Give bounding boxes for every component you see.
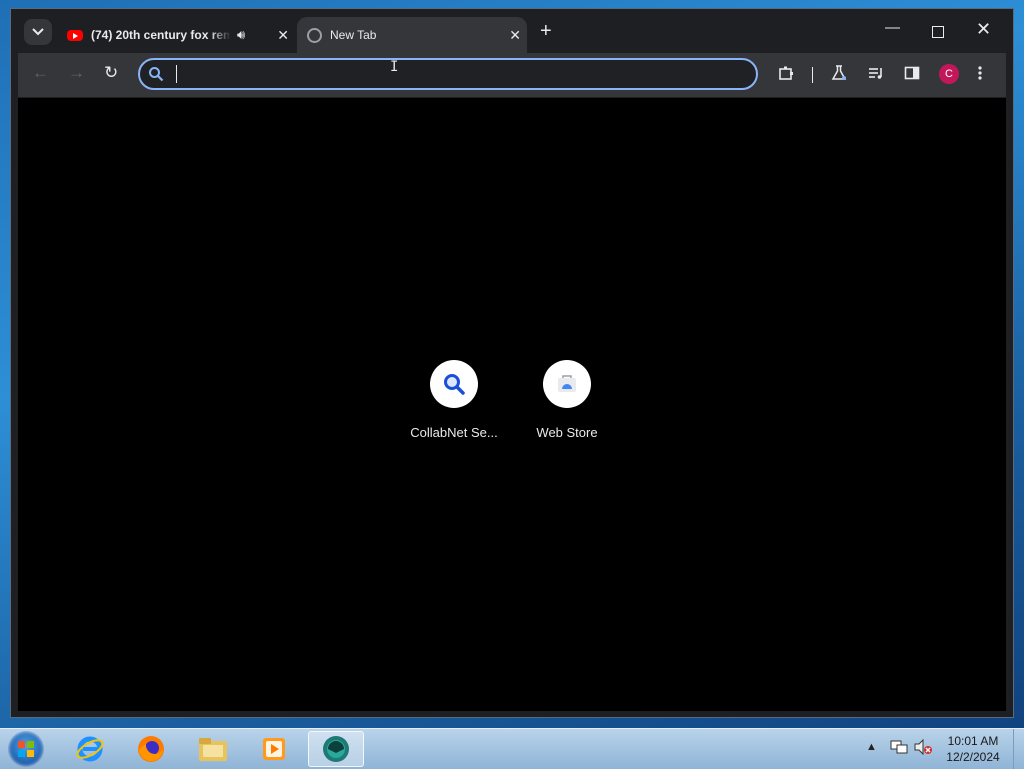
search-icon bbox=[149, 67, 164, 82]
extensions-icon[interactable] bbox=[778, 65, 794, 85]
close-icon[interactable]: ✕ bbox=[976, 19, 991, 40]
taskbar: ▲ 10:01 AM 12/2/2024 bbox=[0, 728, 1024, 769]
clock-date: 12/2/2024 bbox=[946, 750, 1000, 764]
tab-search-button[interactable] bbox=[24, 19, 52, 45]
toolbar: ← → ↻ C bbox=[18, 53, 1006, 97]
shortcut-collabnet[interactable]: CollabNet Se... bbox=[404, 360, 504, 440]
reload-icon[interactable]: ↻ bbox=[104, 63, 118, 83]
omnibox[interactable] bbox=[138, 58, 758, 90]
globe-icon bbox=[307, 27, 322, 43]
active-app-icon[interactable] bbox=[308, 731, 364, 767]
plus-icon[interactable]: + bbox=[540, 21, 552, 41]
internet-explorer-icon[interactable] bbox=[62, 731, 118, 767]
tab-strip: (74) 20th century fox remake 🔊︎ ✕ New Ta… bbox=[11, 9, 1013, 53]
file-explorer-icon[interactable] bbox=[185, 731, 241, 767]
media-player-icon[interactable] bbox=[246, 731, 302, 767]
shortcut-label: Web Store bbox=[536, 425, 598, 440]
toolbar-divider bbox=[812, 67, 813, 83]
new-tab-page: CollabNet Se... Web Store bbox=[18, 98, 1006, 711]
side-panel-icon[interactable] bbox=[904, 65, 920, 85]
network-icon[interactable] bbox=[890, 739, 908, 758]
arrow-right-icon[interactable]: → bbox=[68, 63, 85, 83]
media-queue-icon[interactable] bbox=[868, 65, 884, 85]
address-input[interactable] bbox=[174, 64, 738, 86]
shortcut-web-store[interactable]: Web Store bbox=[517, 360, 617, 440]
youtube-icon bbox=[67, 29, 83, 41]
labs-flask-icon[interactable] bbox=[831, 65, 847, 85]
arrow-left-icon[interactable]: ← bbox=[32, 63, 49, 83]
tab-youtube[interactable]: (74) 20th century fox remake 🔊︎ ✕ bbox=[59, 17, 289, 53]
show-desktop-button[interactable] bbox=[1013, 729, 1024, 769]
firefox-icon[interactable] bbox=[123, 731, 179, 767]
magnifier-icon bbox=[444, 374, 465, 395]
tab-title: New Tab bbox=[330, 28, 377, 42]
browser-window: (74) 20th century fox remake 🔊︎ ✕ New Ta… bbox=[10, 8, 1014, 718]
speaker-icon[interactable]: 🔊︎ bbox=[237, 27, 245, 43]
maximize-icon[interactable] bbox=[932, 26, 944, 38]
shortcut-icon-circle bbox=[430, 360, 478, 408]
chevron-down-icon bbox=[32, 28, 44, 36]
profile-avatar[interactable]: C bbox=[939, 64, 959, 84]
tab-new-tab[interactable]: New Tab ✕ bbox=[297, 17, 527, 53]
tab-title: (74) 20th century fox remake bbox=[91, 28, 231, 42]
kebab-menu-icon[interactable] bbox=[977, 65, 983, 85]
shortcut-label: CollabNet Se... bbox=[410, 425, 498, 440]
show-hidden-icons-icon[interactable]: ▲ bbox=[866, 741, 877, 753]
close-icon[interactable]: ✕ bbox=[509, 27, 521, 44]
windows-flag-icon bbox=[18, 741, 34, 757]
system-clock[interactable]: 10:01 AM 12/2/2024 bbox=[936, 733, 1010, 765]
minimize-icon[interactable]: — bbox=[885, 19, 900, 36]
shortcut-icon-circle bbox=[543, 360, 591, 408]
volume-muted-icon[interactable] bbox=[913, 738, 933, 758]
mouse-cursor-ibeam: I bbox=[390, 59, 399, 75]
start-button[interactable] bbox=[8, 731, 44, 767]
clock-time: 10:01 AM bbox=[947, 734, 999, 748]
text-caret bbox=[176, 65, 177, 83]
web-store-icon bbox=[558, 375, 576, 392]
close-icon[interactable]: ✕ bbox=[277, 27, 289, 44]
